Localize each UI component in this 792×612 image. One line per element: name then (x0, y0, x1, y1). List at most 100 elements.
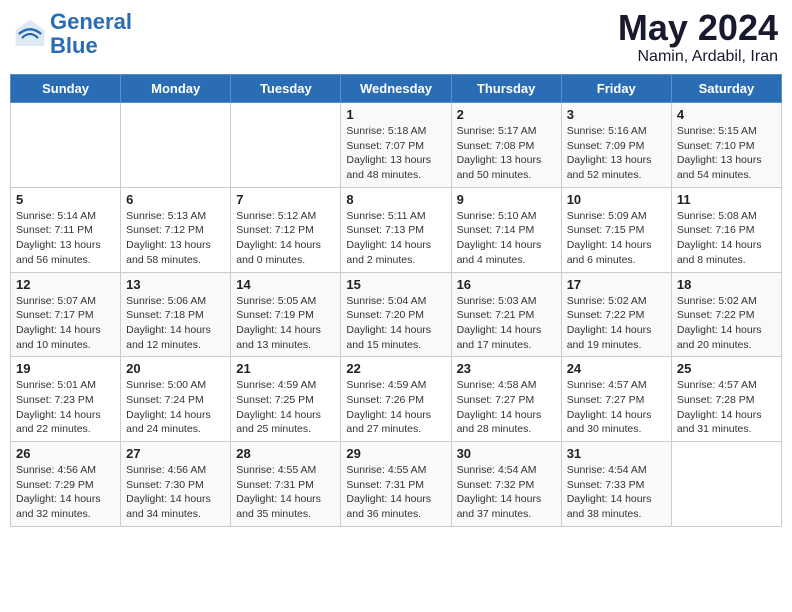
calendar-cell: 4 Sunrise: 5:15 AMSunset: 7:10 PMDaylight… (671, 103, 781, 188)
day-number: 2 (457, 107, 556, 122)
calendar-cell (671, 442, 781, 527)
day-info: Sunrise: 4:59 AMSunset: 7:25 PMDaylight:… (236, 378, 335, 437)
day-number: 8 (346, 192, 445, 207)
calendar-cell: 8 Sunrise: 5:11 AMSunset: 7:13 PMDaylight… (341, 187, 451, 272)
calendar-cell: 17Sunrise: 5:02 AMSunset: 7:22 PMDayligh… (561, 272, 671, 357)
calendar-cell: 27 Sunrise: 4:56 AMSunset: 7:30 PMDayligh… (121, 442, 231, 527)
calendar-cell: 16 Sunrise: 5:03 AMSunset: 7:21 PMDayligh… (451, 272, 561, 357)
page-header: GeneralBlue May 2024 Namin, Ardabil, Ira… (10, 10, 782, 66)
day-info: Sunrise: 5:00 AMSunset: 7:24 PMDaylight:… (126, 378, 225, 437)
day-number: 10 (567, 192, 666, 207)
day-info: Sunrise: 5:18 AMSunset: 7:07 PMDaylight:… (346, 124, 445, 183)
day-info: Sunrise: 4:55 AMSunset: 7:31 PMDaylight:… (236, 463, 335, 522)
calendar-cell: 15Sunrise: 5:04 AMSunset: 7:20 PMDayligh… (341, 272, 451, 357)
day-number: 3 (567, 107, 666, 122)
calendar-cell (231, 103, 341, 188)
day-info: Sunrise: 4:56 AMSunset: 7:30 PMDaylight:… (126, 463, 225, 522)
calendar-cell: 29 Sunrise: 4:55 AMSunset: 7:31 PMDayligh… (341, 442, 451, 527)
day-info: Sunrise: 5:16 AMSunset: 7:09 PMDaylight:… (567, 124, 666, 183)
calendar-cell: 3 Sunrise: 5:16 AMSunset: 7:09 PMDaylight… (561, 103, 671, 188)
calendar-cell: 14 Sunrise: 5:05 AMSunset: 7:19 PMDayligh… (231, 272, 341, 357)
weekday-header-wednesday: Wednesday (341, 75, 451, 103)
month-title: May 2024 (618, 10, 778, 46)
day-number: 5 (16, 192, 115, 207)
calendar-cell: 22 Sunrise: 4:59 AMSunset: 7:26 PMDayligh… (341, 357, 451, 442)
title-block: May 2024 Namin, Ardabil, Iran (618, 10, 778, 66)
calendar-cell: 5 Sunrise: 5:14 AMSunset: 7:11 PMDaylight… (11, 187, 121, 272)
day-info: Sunrise: 5:03 AMSunset: 7:21 PMDaylight:… (457, 294, 556, 353)
day-info: Sunrise: 4:58 AMSunset: 7:27 PMDaylight:… (457, 378, 556, 437)
day-info: Sunrise: 4:54 AMSunset: 7:32 PMDaylight:… (457, 463, 556, 522)
calendar-cell: 12Sunrise: 5:07 AMSunset: 7:17 PMDayligh… (11, 272, 121, 357)
day-info: Sunrise: 5:11 AMSunset: 7:13 PMDaylight:… (346, 209, 445, 268)
calendar-week-row: 12Sunrise: 5:07 AMSunset: 7:17 PMDayligh… (11, 272, 782, 357)
day-info: Sunrise: 5:08 AMSunset: 7:16 PMDaylight:… (677, 209, 776, 268)
day-info: Sunrise: 5:02 AMSunset: 7:22 PMDaylight:… (677, 294, 776, 353)
calendar-table: SundayMondayTuesdayWednesdayThursdayFrid… (10, 74, 782, 527)
logo-icon (14, 18, 46, 50)
day-info: Sunrise: 5:01 AMSunset: 7:23 PMDaylight:… (16, 378, 115, 437)
day-number: 18 (677, 277, 776, 292)
day-number: 14 (236, 277, 335, 292)
calendar-cell: 9 Sunrise: 5:10 AMSunset: 7:14 PMDaylight… (451, 187, 561, 272)
day-number: 1 (346, 107, 445, 122)
calendar-week-row: 1 Sunrise: 5:18 AMSunset: 7:07 PMDaylight… (11, 103, 782, 188)
day-number: 6 (126, 192, 225, 207)
day-number: 17 (567, 277, 666, 292)
day-info: Sunrise: 4:54 AMSunset: 7:33 PMDaylight:… (567, 463, 666, 522)
day-number: 11 (677, 192, 776, 207)
day-number: 21 (236, 361, 335, 376)
day-number: 27 (126, 446, 225, 461)
weekday-header-monday: Monday (121, 75, 231, 103)
logo: GeneralBlue (14, 10, 132, 58)
calendar-cell: 18 Sunrise: 5:02 AMSunset: 7:22 PMDayligh… (671, 272, 781, 357)
day-number: 26 (16, 446, 115, 461)
calendar-cell: 20 Sunrise: 5:00 AMSunset: 7:24 PMDayligh… (121, 357, 231, 442)
calendar-cell: 30 Sunrise: 4:54 AMSunset: 7:32 PMDayligh… (451, 442, 561, 527)
day-number: 13 (126, 277, 225, 292)
day-number: 9 (457, 192, 556, 207)
day-info: Sunrise: 4:59 AMSunset: 7:26 PMDaylight:… (346, 378, 445, 437)
calendar-cell (121, 103, 231, 188)
day-number: 29 (346, 446, 445, 461)
calendar-cell: 24Sunrise: 4:57 AMSunset: 7:27 PMDayligh… (561, 357, 671, 442)
calendar-cell: 6 Sunrise: 5:13 AMSunset: 7:12 PMDaylight… (121, 187, 231, 272)
day-info: Sunrise: 5:14 AMSunset: 7:11 PMDaylight:… (16, 209, 115, 268)
day-number: 16 (457, 277, 556, 292)
day-info: Sunrise: 5:09 AMSunset: 7:15 PMDaylight:… (567, 209, 666, 268)
calendar-cell: 13 Sunrise: 5:06 AMSunset: 7:18 PMDayligh… (121, 272, 231, 357)
day-info: Sunrise: 4:57 AMSunset: 7:28 PMDaylight:… (677, 378, 776, 437)
calendar-cell: 23 Sunrise: 4:58 AMSunset: 7:27 PMDayligh… (451, 357, 561, 442)
day-number: 23 (457, 361, 556, 376)
calendar-cell: 7 Sunrise: 5:12 AMSunset: 7:12 PMDaylight… (231, 187, 341, 272)
location-title: Namin, Ardabil, Iran (618, 48, 778, 66)
day-info: Sunrise: 5:04 AMSunset: 7:20 PMDaylight:… (346, 294, 445, 353)
calendar-cell: 26 Sunrise: 4:56 AMSunset: 7:29 PMDayligh… (11, 442, 121, 527)
day-number: 30 (457, 446, 556, 461)
weekday-header-thursday: Thursday (451, 75, 561, 103)
day-number: 28 (236, 446, 335, 461)
calendar-cell: 25Sunrise: 4:57 AMSunset: 7:28 PMDayligh… (671, 357, 781, 442)
weekday-header-sunday: Sunday (11, 75, 121, 103)
calendar-cell: 19Sunrise: 5:01 AMSunset: 7:23 PMDayligh… (11, 357, 121, 442)
weekday-header-friday: Friday (561, 75, 671, 103)
calendar-cell: 1 Sunrise: 5:18 AMSunset: 7:07 PMDaylight… (341, 103, 451, 188)
day-number: 4 (677, 107, 776, 122)
day-info: Sunrise: 5:06 AMSunset: 7:18 PMDaylight:… (126, 294, 225, 353)
day-number: 31 (567, 446, 666, 461)
day-info: Sunrise: 5:07 AMSunset: 7:17 PMDaylight:… (16, 294, 115, 353)
calendar-cell: 10 Sunrise: 5:09 AMSunset: 7:15 PMDayligh… (561, 187, 671, 272)
calendar-cell: 11 Sunrise: 5:08 AMSunset: 7:16 PMDayligh… (671, 187, 781, 272)
day-number: 20 (126, 361, 225, 376)
day-number: 22 (346, 361, 445, 376)
day-info: Sunrise: 5:13 AMSunset: 7:12 PMDaylight:… (126, 209, 225, 268)
day-info: Sunrise: 5:15 AMSunset: 7:10 PMDaylight:… (677, 124, 776, 183)
day-info: Sunrise: 4:55 AMSunset: 7:31 PMDaylight:… (346, 463, 445, 522)
calendar-cell: 31 Sunrise: 4:54 AMSunset: 7:33 PMDayligh… (561, 442, 671, 527)
day-info: Sunrise: 5:10 AMSunset: 7:14 PMDaylight:… (457, 209, 556, 268)
day-number: 7 (236, 192, 335, 207)
day-info: Sunrise: 5:05 AMSunset: 7:19 PMDaylight:… (236, 294, 335, 353)
day-info: Sunrise: 4:56 AMSunset: 7:29 PMDaylight:… (16, 463, 115, 522)
calendar-cell: 21 Sunrise: 4:59 AMSunset: 7:25 PMDayligh… (231, 357, 341, 442)
day-info: Sunrise: 5:12 AMSunset: 7:12 PMDaylight:… (236, 209, 335, 268)
